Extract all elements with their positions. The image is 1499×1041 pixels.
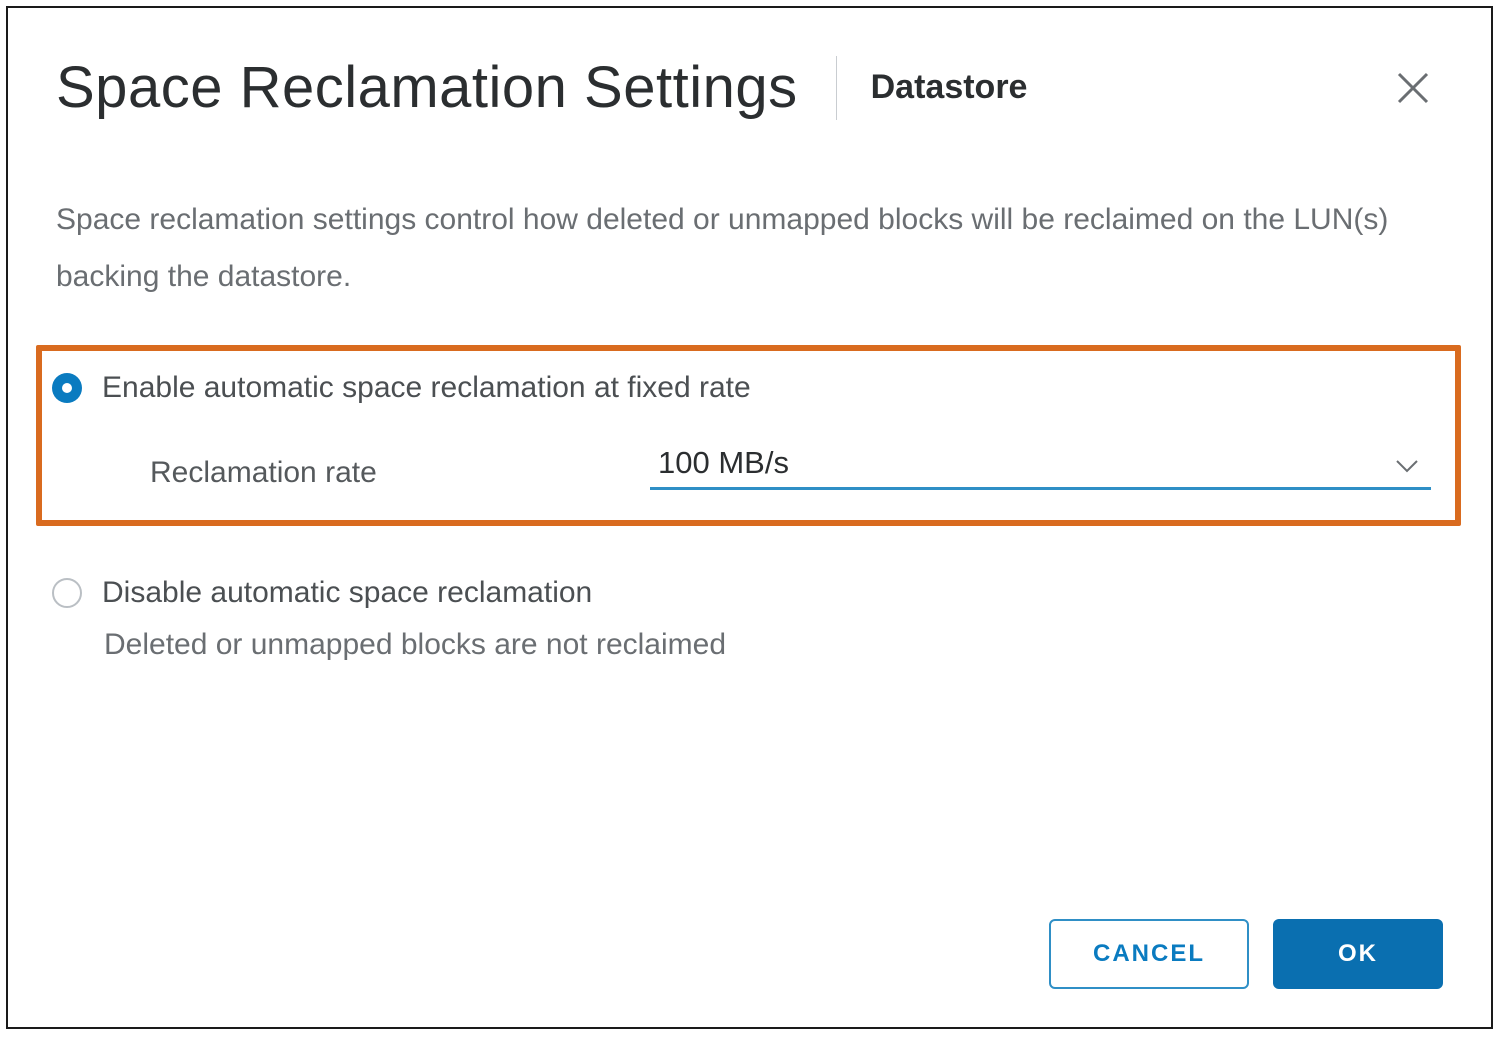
dialog-title: Space Reclamation Settings [56,54,798,121]
close-icon [1395,70,1431,106]
disable-radio[interactable] [52,578,82,608]
disable-radio-label: Disable automatic space reclamation [102,576,592,610]
dialog-footer: CANCEL OK [1049,919,1443,989]
space-reclamation-dialog: Space Reclamation Settings Datastore Spa… [6,6,1493,1029]
enable-option-row[interactable]: Enable automatic space reclamation at fi… [52,371,1431,405]
disable-option-row[interactable]: Disable automatic space reclamation [52,576,1443,610]
chevron-down-icon [1395,459,1419,473]
enable-radio-label: Enable automatic space reclamation at fi… [102,371,751,405]
reclamation-rate-label: Reclamation rate [150,456,650,490]
enable-radio[interactable] [52,373,82,403]
disable-option: Disable automatic space reclamation Dele… [52,576,1443,662]
dialog-subtitle: Datastore [871,68,1028,107]
dialog-header: Space Reclamation Settings Datastore [56,54,1443,121]
reclamation-rate-row: Reclamation rate 100 MB/s [150,445,1431,490]
enable-option-highlight: Enable automatic space reclamation at fi… [36,345,1461,526]
reclamation-rate-value: 100 MB/s [650,445,1431,481]
header-divider [836,56,837,120]
radio-selected-icon [62,383,72,393]
cancel-button[interactable]: CANCEL [1049,919,1249,989]
dialog-description: Space reclamation settings control how d… [56,191,1443,305]
close-button[interactable] [1395,70,1431,111]
reclamation-rate-select[interactable]: 100 MB/s [650,445,1431,490]
disable-option-subtext: Deleted or unmapped blocks are not recla… [104,628,1443,662]
ok-button[interactable]: OK [1273,919,1443,989]
